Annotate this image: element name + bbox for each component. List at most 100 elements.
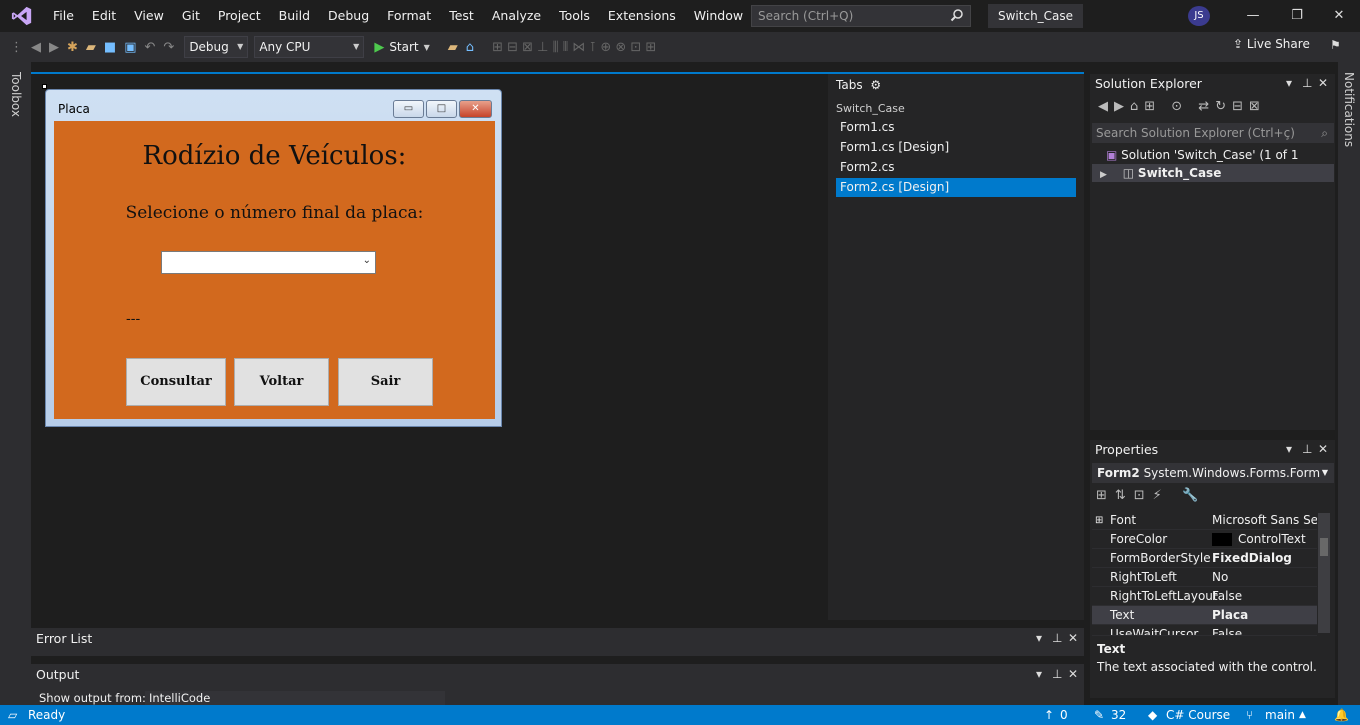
pin-icon[interactable]: ⊥ (1302, 76, 1312, 90)
pin-icon[interactable]: ⊥ (1052, 631, 1062, 645)
resize-handle[interactable] (42, 84, 47, 89)
restore-icon[interactable]: ❐ (1274, 0, 1320, 32)
new-project-icon[interactable]: ✱ (67, 40, 78, 55)
open-folder-icon[interactable]: ▰ (86, 40, 96, 55)
menu-file[interactable]: File (44, 0, 83, 32)
feedback-icon[interactable]: ⚑ (1330, 38, 1341, 52)
property-name: FormBorderStyle (1110, 551, 1211, 565)
plate-number-combobox[interactable]: ⌄ (161, 251, 376, 274)
start-button[interactable]: ▶ Start ▼ (374, 40, 429, 55)
form-maximize-icon[interactable]: □ (426, 100, 457, 118)
consultar-button[interactable]: Consultar (126, 358, 226, 406)
gear-icon[interactable]: ⚙ (870, 78, 881, 92)
output-source-row: Show output from: IntelliCode (39, 691, 459, 705)
output-source-select[interactable]: IntelliCode (145, 691, 445, 705)
properties-object-type: System.Windows.Forms.Form (1143, 466, 1321, 480)
sair-button[interactable]: Sair (338, 358, 433, 406)
expand-icon[interactable]: ▶ (1100, 170, 1107, 180)
menu-extensions[interactable]: Extensions (599, 0, 685, 32)
search-placeholder: Search (Ctrl+Q) (758, 9, 854, 23)
menu-analyze[interactable]: Analyze (483, 0, 550, 32)
status-repository[interactable]: C# Course (1166, 705, 1230, 725)
status-branch[interactable]: main (1265, 705, 1295, 725)
notifications-tab[interactable]: Notifications (1342, 72, 1356, 147)
menu-git[interactable]: Git (173, 0, 209, 32)
dropdown-icon[interactable]: ▾ (1286, 76, 1292, 90)
output-window-icon[interactable]: ▱ (8, 705, 17, 725)
properties-scrollbar[interactable] (1318, 513, 1330, 633)
form-minimize-icon[interactable]: ▭ (393, 100, 424, 118)
property-row-font[interactable]: ⊞ Font Microsoft Sans Serif (1092, 511, 1317, 530)
close-icon[interactable]: ✕ (1068, 667, 1078, 681)
property-row-righttoleftlayout[interactable]: RightToLeftLayout False (1092, 587, 1317, 606)
expand-icon[interactable]: ⊞ (1095, 511, 1103, 530)
bell-icon[interactable]: 🔔 (1334, 705, 1349, 725)
error-list-panel: Error List ▾ ⊥ ✕ (31, 628, 1084, 656)
menu-tools[interactable]: Tools (550, 0, 599, 32)
property-name: Font (1110, 513, 1137, 527)
live-share-button[interactable]: ⇪ Live Share (1233, 37, 1310, 51)
property-row-usewaitcursor[interactable]: UseWaitCursor False (1092, 625, 1317, 636)
dropdown-icon[interactable]: ▾ (1036, 667, 1042, 681)
solution-search-input[interactable]: Search Solution Explorer (Ctrl+ç) ⌕ (1092, 123, 1334, 143)
project-node[interactable]: ▶ ◫ Switch_Case (1092, 164, 1334, 182)
dropdown-icon[interactable]: ▾ (1286, 442, 1292, 456)
form-heading: Rodízio de Veículos: (142, 141, 407, 171)
minimize-icon[interactable]: — (1230, 0, 1276, 32)
visual-studio-logo-icon (0, 0, 44, 32)
close-icon[interactable]: ✕ (1316, 0, 1360, 32)
tab-form2-design[interactable]: Form2.cs [Design] (836, 178, 1076, 197)
platform-select[interactable]: Any CPU ▼ (254, 36, 365, 58)
property-name: RightToLeftLayout (1110, 589, 1218, 603)
toolbox-tab[interactable]: Toolbox (9, 72, 23, 117)
property-row-righttoleft[interactable]: RightToLeft No (1092, 568, 1317, 587)
solution-explorer-toolbar[interactable]: ◀▶⌂⊞ ⊙ ⇄↻⊟⊠ (1098, 99, 1266, 114)
menu-project[interactable]: Project (209, 0, 270, 32)
property-value: False (1212, 627, 1243, 636)
chevron-down-icon: ▼ (237, 42, 244, 51)
voltar-button[interactable]: Voltar (234, 358, 329, 406)
menu-debug[interactable]: Debug (319, 0, 378, 32)
pin-icon[interactable]: ⊥ (1302, 442, 1312, 456)
grip-icon: ⋮ (10, 39, 23, 55)
tab-form1-cs[interactable]: Form1.cs (836, 118, 1076, 137)
menu-build[interactable]: Build (270, 0, 319, 32)
tab-form1-design[interactable]: Form1.cs [Design] (836, 138, 1076, 157)
pin-icon[interactable]: ⊥ (1052, 667, 1062, 681)
properties-object-select[interactable]: Form2 System.Windows.Forms.Form ▼ (1092, 463, 1334, 483)
form-close-icon[interactable]: ✕ (459, 100, 492, 118)
configuration-select[interactable]: Debug ▼ (184, 36, 249, 58)
property-row-formborderstyle[interactable]: FormBorderStyle FixedDialog (1092, 549, 1317, 568)
property-value: ControlText (1238, 532, 1306, 546)
save-all-icon[interactable]: ▣ (124, 40, 136, 55)
save-icon[interactable]: ■ (104, 40, 116, 55)
dropdown-icon[interactable]: ▾ (1036, 631, 1042, 645)
menu-format[interactable]: Format (378, 0, 440, 32)
property-name: RightToLeft (1110, 570, 1177, 584)
search-input[interactable]: Search (Ctrl+Q) (751, 5, 971, 27)
back-icon[interactable]: ◀ (31, 40, 41, 55)
status-changes-count[interactable]: 32 (1111, 705, 1126, 725)
status-push-count[interactable]: 0 (1060, 705, 1068, 725)
menu-edit[interactable]: Edit (83, 0, 125, 32)
solution-node[interactable]: ▣ Solution 'Switch_Case' (1 of 1 project… (1092, 146, 1334, 180)
tab-form2-cs[interactable]: Form2.cs (836, 158, 1076, 177)
scrollbar-thumb[interactable] (1320, 538, 1328, 556)
property-row-text[interactable]: Text Placa (1092, 606, 1317, 625)
menu-test[interactable]: Test (440, 0, 483, 32)
properties-toolbar[interactable]: ⊞⇅⊡⚡ 🔧 (1096, 488, 1206, 503)
menu-view[interactable]: View (125, 0, 173, 32)
browse-icon[interactable]: ⌂ (466, 40, 474, 55)
redo-icon[interactable]: ↷ (163, 40, 174, 55)
undo-icon[interactable]: ↶ (145, 40, 156, 55)
folder-icon[interactable]: ▰ (448, 40, 458, 55)
close-icon[interactable]: ✕ (1318, 442, 1328, 456)
play-icon: ▶ (374, 39, 385, 55)
forward-icon[interactable]: ▶ (49, 40, 59, 55)
close-icon[interactable]: ✕ (1068, 631, 1078, 645)
property-row-forecolor[interactable]: ForeColor ControlText (1092, 530, 1317, 549)
form-window[interactable]: Placa ▭ □ ✕ Rodízio de Veículos: Selecio… (45, 89, 502, 427)
menu-window[interactable]: Window (685, 0, 752, 32)
close-icon[interactable]: ✕ (1318, 76, 1328, 90)
avatar[interactable]: JS (1188, 6, 1210, 26)
